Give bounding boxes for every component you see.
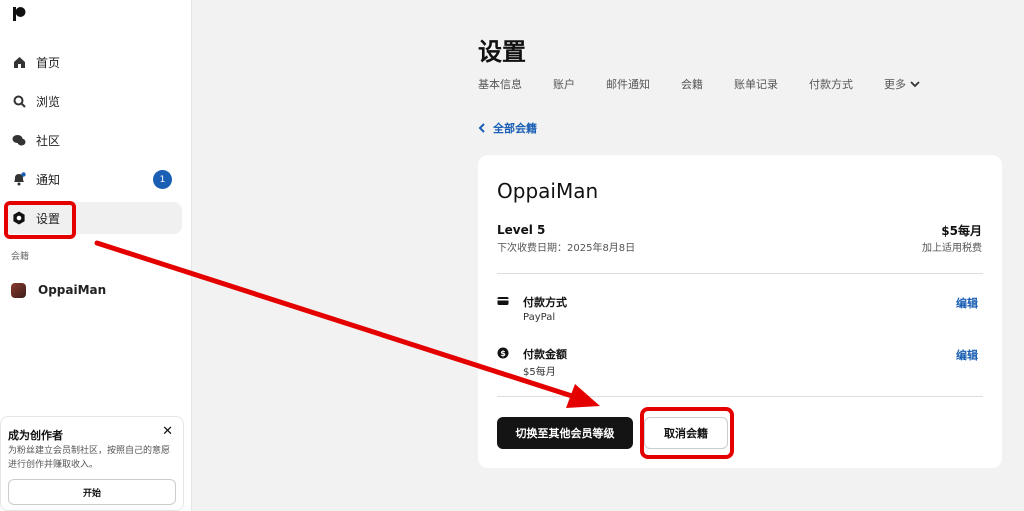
page-title: 设置 <box>478 38 526 66</box>
tab-account[interactable]: 账户 <box>553 76 575 92</box>
dollar-icon: $ <box>497 347 509 359</box>
sidebar-membership-item[interactable]: OppaiMan <box>4 277 182 303</box>
payment-method-title: 付款方式 <box>523 296 567 309</box>
sidebar-item-notifications[interactable]: 通知 1 <box>4 163 182 195</box>
start-button[interactable]: 开始 <box>8 479 176 505</box>
chevron-left-icon <box>478 123 485 133</box>
tab-basic-info[interactable]: 基本信息 <box>478 76 522 92</box>
sidebar: 首页 浏览 社区 通知 1 设置 会籍 OppaiMan 成为创作者 ✕ 为粉丝… <box>0 0 192 511</box>
tax-note: 加上适用税费 <box>922 243 982 254</box>
payment-amount-title: 付款金额 <box>523 348 567 361</box>
creator-card-description: 为粉丝建立会员制社区，按照自己的意愿进行创作并赚取收入。 <box>8 446 171 470</box>
payment-amount-value: $5每月 <box>523 367 556 378</box>
membership-level: Level 5 <box>497 223 546 237</box>
svg-text:$: $ <box>500 349 506 358</box>
tab-billing-history[interactable]: 账单记录 <box>734 76 778 92</box>
divider <box>497 273 983 274</box>
sidebar-item-label: 浏览 <box>36 94 61 109</box>
switch-tier-button[interactable]: 切换至其他会员等级 <box>497 417 633 449</box>
sidebar-item-label: 通知 <box>36 172 61 187</box>
edit-payment-amount-link[interactable]: 编辑 <box>956 347 978 363</box>
settings-tabs: 基本信息 账户 邮件通知 会籍 账单记录 付款方式 更多 <box>478 76 952 92</box>
cancel-highlight-box <box>640 407 734 459</box>
back-to-memberships-link[interactable]: 全部会籍 <box>478 120 537 136</box>
search-icon <box>12 94 26 108</box>
tab-payment-methods[interactable]: 付款方式 <box>809 76 853 92</box>
bell-icon <box>12 172 26 186</box>
patreon-logo[interactable] <box>11 6 27 22</box>
sidebar-membership-label: OppaiMan <box>38 283 107 297</box>
payment-method-value: PayPal <box>523 312 556 323</box>
become-creator-card: 成为创作者 ✕ 为粉丝建立会员制社区，按照自己的意愿进行创作并赚取收入。 开始 <box>0 416 184 511</box>
avatar <box>11 282 26 298</box>
settings-highlight-box <box>4 201 76 239</box>
sidebar-item-home[interactable]: 首页 <box>4 46 182 78</box>
home-icon <box>12 55 26 69</box>
sidebar-item-browse[interactable]: 浏览 <box>4 85 182 117</box>
chevron-down-icon <box>910 81 920 88</box>
close-icon[interactable]: ✕ <box>162 424 173 439</box>
credit-card-icon <box>497 297 509 305</box>
sidebar-item-label: 首页 <box>36 55 61 70</box>
membership-card: OppaiMan Level 5 下次收费日期：2025年8月8日 $5每月 加… <box>478 155 1002 468</box>
sidebar-item-community[interactable]: 社区 <box>4 124 182 156</box>
tab-memberships[interactable]: 会籍 <box>681 76 703 92</box>
edit-payment-method-link[interactable]: 编辑 <box>956 295 978 311</box>
tab-email-notifications[interactable]: 邮件通知 <box>606 76 650 92</box>
notification-badge: 1 <box>153 170 172 189</box>
tab-more-label: 更多 <box>884 78 906 91</box>
membership-name: OppaiMan <box>497 179 599 203</box>
section-label-memberships: 会籍 <box>11 252 30 262</box>
creator-card-title: 成为创作者 <box>8 429 63 442</box>
sidebar-item-label: 社区 <box>36 133 61 148</box>
tab-more[interactable]: 更多 <box>884 76 921 92</box>
next-billing-date: 下次收费日期：2025年8月8日 <box>497 243 636 254</box>
chat-icon <box>12 133 26 147</box>
divider <box>497 396 983 397</box>
membership-price: $5每月 <box>941 224 982 238</box>
back-link-label: 全部会籍 <box>493 122 537 135</box>
